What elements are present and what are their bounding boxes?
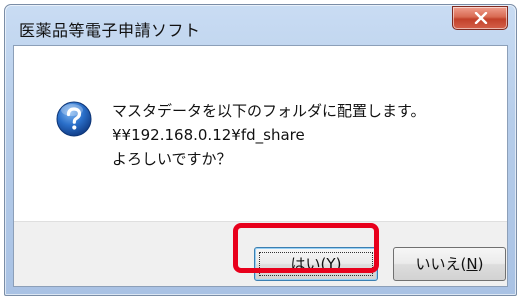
button-bar: はい(Y) いいえ(N) [14, 221, 507, 286]
no-label-prefix: いいえ( [415, 255, 467, 273]
dialog-window: 医薬品等電子申請ソフト マスタデータを以下のフォルダに配置します。 ¥¥192.… [4, 4, 517, 296]
message-line-1: マスタデータを以下のフォルダに配置します。 [112, 102, 426, 120]
message-line-3: よろしいですか？ [112, 150, 232, 168]
no-button[interactable]: いいえ(N) [393, 247, 506, 281]
yes-button[interactable]: はい(Y) [254, 247, 378, 281]
focus-indicator [259, 252, 373, 276]
close-icon [474, 12, 488, 24]
close-button[interactable] [452, 6, 508, 30]
title-bar[interactable]: 医薬品等電子申請ソフト [5, 5, 516, 45]
no-accelerator: N [466, 255, 478, 273]
dialog-body: マスタデータを以下のフォルダに配置します。 ¥¥192.168.0.12¥fd_… [13, 45, 508, 287]
window-title: 医薬品等電子申請ソフト [19, 21, 201, 40]
question-icon [56, 101, 92, 137]
message-text: マスタデータを以下のフォルダに配置します。 ¥¥192.168.0.12¥fd_… [112, 99, 426, 171]
message-line-2: ¥¥192.168.0.12¥fd_share [112, 126, 305, 144]
message-area: マスタデータを以下のフォルダに配置します。 ¥¥192.168.0.12¥fd_… [14, 46, 507, 221]
no-label-suffix: ) [477, 255, 484, 273]
